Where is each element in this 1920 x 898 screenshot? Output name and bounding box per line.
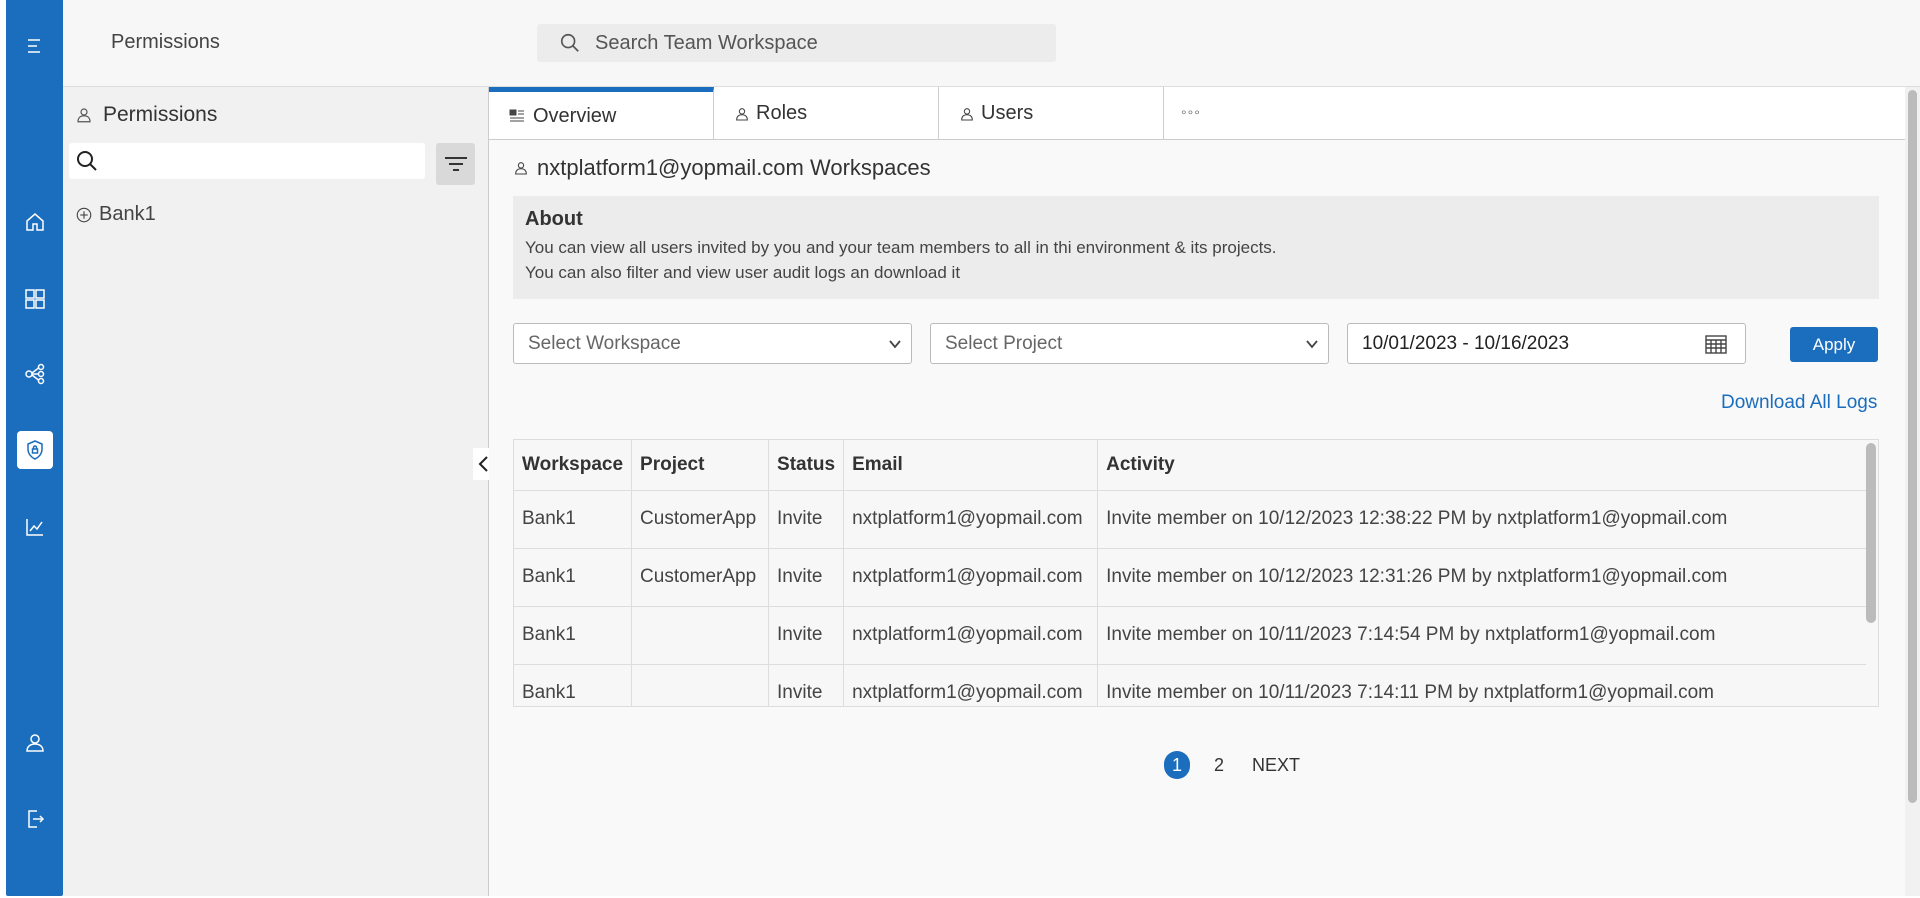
cell-workspace: Bank1 xyxy=(514,606,633,665)
chevron-down-icon xyxy=(1306,340,1318,349)
overview-icon xyxy=(509,109,524,122)
apply-button[interactable]: Apply xyxy=(1790,327,1878,362)
table-header-row: Workspace Project Status Email Activity xyxy=(514,440,1866,491)
cell-project xyxy=(631,664,770,706)
user-icon xyxy=(77,108,91,123)
search-icon xyxy=(560,33,579,52)
menu-icon[interactable] xyxy=(6,26,63,66)
cell-project: CustomerApp xyxy=(631,490,770,549)
table-scrollbar[interactable] xyxy=(1866,443,1876,623)
cell-project xyxy=(631,606,770,665)
tab-overview[interactable]: Overview xyxy=(489,87,714,140)
calendar-icon[interactable] xyxy=(1705,334,1727,354)
column-header-project[interactable]: Project xyxy=(631,440,770,491)
cell-email: nxtplatform1@yopmail.com xyxy=(843,490,1099,549)
tab-label: Users xyxy=(981,102,1034,124)
top-bar: Permissions xyxy=(63,0,1920,87)
cell-email: nxtplatform1@yopmail.com xyxy=(843,548,1099,607)
date-range-picker[interactable]: 10/01/2023 - 10/16/2023 xyxy=(1347,323,1746,364)
audit-log-table: Workspace Project Status Email Activity … xyxy=(513,439,1879,707)
logout-icon[interactable] xyxy=(6,799,63,839)
about-heading: About xyxy=(525,208,583,230)
tree-item-label: Bank1 xyxy=(99,203,156,225)
workspace-title: nxtplatform1@yopmail.com Workspaces xyxy=(513,155,931,181)
tab-label: Overview xyxy=(533,104,617,127)
chart-icon[interactable] xyxy=(6,507,63,547)
cell-workspace: Bank1 xyxy=(514,664,633,706)
tab-label: Roles xyxy=(756,102,808,124)
table-row: Bank1 Invite nxtplatform1@yopmail.com In… xyxy=(514,606,1866,665)
cell-status: Invite xyxy=(768,490,845,549)
project-select[interactable]: Select Project xyxy=(930,323,1329,364)
cell-workspace: Bank1 xyxy=(514,548,633,607)
column-header-workspace[interactable]: Workspace xyxy=(514,440,633,491)
workspace-select-value: Select Workspace xyxy=(528,332,681,354)
dashboard-icon[interactable] xyxy=(6,279,63,319)
cell-status: Invite xyxy=(768,548,845,607)
more-tabs-button[interactable]: °°° xyxy=(1181,107,1201,123)
page-button-2[interactable]: 2 xyxy=(1206,751,1232,779)
panel-title: Permissions xyxy=(75,103,217,127)
panel-title-label: Permissions xyxy=(103,103,218,126)
main-content: Overview Roles Users °°° nxtplatform1@yo… xyxy=(489,87,1905,896)
cell-project: CustomerApp xyxy=(631,548,770,607)
workspace-title-label: nxtplatform1@yopmail.com Workspaces xyxy=(537,155,931,180)
tab-bar: Overview Roles Users °°° xyxy=(489,87,1905,140)
cell-activity: Invite member on 10/12/2023 12:38:22 PM … xyxy=(1097,490,1866,549)
user-icon[interactable] xyxy=(6,723,63,763)
search-icon xyxy=(77,151,97,171)
workspace-search-input[interactable] xyxy=(595,31,1035,55)
cell-workspace: Bank1 xyxy=(514,490,633,549)
cell-activity: Invite member on 10/11/2023 7:14:54 PM b… xyxy=(1097,606,1866,665)
panel-search[interactable] xyxy=(69,143,425,179)
next-page-button[interactable]: NEXT xyxy=(1252,755,1300,776)
workspace-search[interactable] xyxy=(537,24,1056,62)
expand-plus-icon[interactable] xyxy=(75,206,93,224)
date-range-value: 10/01/2023 - 10/16/2023 xyxy=(1362,332,1570,354)
home-icon[interactable] xyxy=(6,202,63,242)
about-line-1: You can view all users invited by you an… xyxy=(525,238,1277,257)
chevron-down-icon xyxy=(889,340,901,349)
cell-status: Invite xyxy=(768,664,845,706)
panel-search-input[interactable] xyxy=(105,150,415,172)
pagination: 1 2 NEXT xyxy=(1164,751,1300,779)
filter-icon xyxy=(444,157,467,171)
column-header-activity[interactable]: Activity xyxy=(1097,440,1866,491)
page-scrollbar[interactable] xyxy=(1905,87,1920,896)
tab-roles[interactable]: Roles xyxy=(714,87,939,140)
download-all-logs-link[interactable]: Download All Logs xyxy=(1721,392,1877,414)
about-line-2: You can also filter and view user audit … xyxy=(525,263,961,282)
shield-icon[interactable] xyxy=(6,430,63,470)
cell-activity: Invite member on 10/11/2023 7:14:11 PM b… xyxy=(1097,664,1866,706)
filter-button[interactable] xyxy=(436,143,475,185)
user-icon xyxy=(515,162,527,175)
about-box: About You can view all users invited by … xyxy=(513,196,1879,299)
cell-activity: Invite member on 10/12/2023 12:31:26 PM … xyxy=(1097,548,1866,607)
user-icon xyxy=(961,107,973,121)
project-select-value: Select Project xyxy=(945,332,1063,354)
tab-users[interactable]: Users xyxy=(939,87,1164,140)
user-icon xyxy=(736,107,748,121)
tree-item-bank1[interactable]: Bank1 xyxy=(75,203,156,226)
column-header-email[interactable]: Email xyxy=(843,440,1099,491)
nav-rail xyxy=(6,0,63,896)
cell-email: nxtplatform1@yopmail.com xyxy=(843,664,1099,706)
cell-status: Invite xyxy=(768,606,845,665)
workspace-select[interactable]: Select Workspace xyxy=(513,323,912,364)
cell-email: nxtplatform1@yopmail.com xyxy=(843,606,1099,665)
column-header-status[interactable]: Status xyxy=(768,440,845,491)
page-scrollbar-thumb[interactable] xyxy=(1908,90,1917,803)
page-button-1[interactable]: 1 xyxy=(1164,751,1190,779)
table-row: Bank1 CustomerApp Invite nxtplatform1@yo… xyxy=(514,548,1866,607)
table-row: Bank1 CustomerApp Invite nxtplatform1@yo… xyxy=(514,490,1866,549)
permissions-panel: Permissions Bank1 xyxy=(63,87,489,896)
breadcrumb: Permissions xyxy=(111,31,220,53)
share-icon[interactable] xyxy=(6,354,63,394)
table-row: Bank1 Invite nxtplatform1@yopmail.com In… xyxy=(514,664,1866,706)
